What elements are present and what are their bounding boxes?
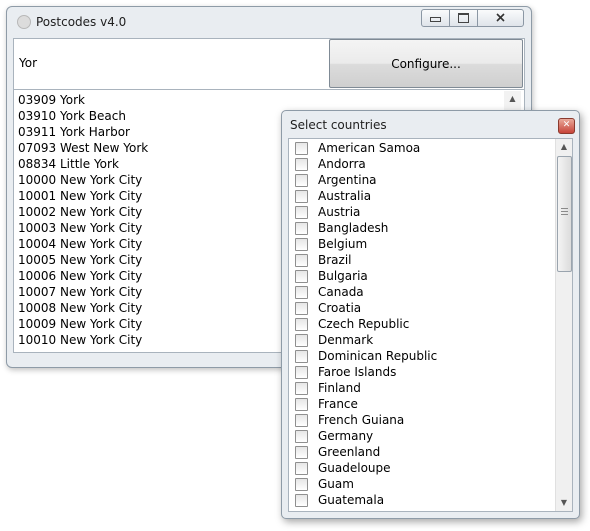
country-checkbox[interactable] xyxy=(295,494,308,507)
country-item[interactable]: Greenland xyxy=(293,444,548,460)
dialog-close-button[interactable]: ✕ xyxy=(558,118,575,134)
country-checkbox[interactable] xyxy=(295,318,308,331)
grip-line xyxy=(561,214,568,215)
app-icon xyxy=(17,15,31,29)
maximize-icon xyxy=(458,13,469,23)
country-checkbox[interactable] xyxy=(295,382,308,395)
country-item[interactable]: Guadeloupe xyxy=(293,460,548,476)
country-label: Canada xyxy=(318,285,364,299)
country-checkbox[interactable] xyxy=(295,366,308,379)
country-checkbox[interactable] xyxy=(295,302,308,315)
chevron-up-icon[interactable]: ▲ xyxy=(556,139,572,155)
window-title: Postcodes v4.0 xyxy=(36,15,127,29)
country-checkbox[interactable] xyxy=(295,462,308,475)
country-checkbox[interactable] xyxy=(295,478,308,491)
country-label: Czech Republic xyxy=(318,317,410,331)
country-item[interactable]: Croatia xyxy=(293,300,548,316)
country-checkbox[interactable] xyxy=(295,142,308,155)
country-label: Greenland xyxy=(318,445,381,459)
country-label: Croatia xyxy=(318,301,362,315)
country-item[interactable]: Germany xyxy=(293,428,548,444)
country-item[interactable]: Faroe Islands xyxy=(293,364,548,380)
result-item[interactable]: 03909 York xyxy=(18,92,498,108)
country-item[interactable]: Finland xyxy=(293,380,548,396)
configure-button[interactable]: Configure... xyxy=(329,39,523,88)
country-item[interactable]: Bulgaria xyxy=(293,268,548,284)
grip-line xyxy=(561,208,568,209)
country-item[interactable]: French Guiana xyxy=(293,412,548,428)
country-item[interactable]: Czech Republic xyxy=(293,316,548,332)
country-item[interactable]: Guatemala xyxy=(293,492,548,508)
country-label: France xyxy=(318,397,358,411)
country-checkbox[interactable] xyxy=(295,158,308,171)
minimize-icon xyxy=(430,17,441,22)
country-panel: American Samoa Andorra Argentina Australia A… xyxy=(288,138,573,512)
country-label: Denmark xyxy=(318,333,374,347)
country-checkbox[interactable] xyxy=(295,206,308,219)
country-label: Belgium xyxy=(318,237,368,251)
country-label: French Guiana xyxy=(318,413,405,427)
close-button[interactable] xyxy=(477,9,524,27)
country-item[interactable]: Brazil xyxy=(293,252,548,268)
close-icon xyxy=(496,13,505,22)
country-label: Germany xyxy=(318,429,374,443)
country-list[interactable]: American Samoa Andorra Argentina Australia A… xyxy=(293,140,548,508)
country-label: Finland xyxy=(318,381,361,395)
country-checkbox[interactable] xyxy=(295,398,308,411)
country-item[interactable]: Canada xyxy=(293,284,548,300)
country-item[interactable]: Australia xyxy=(293,188,548,204)
country-item[interactable]: Andorra xyxy=(293,156,548,172)
country-scrollbar[interactable]: ▲ ▼ xyxy=(555,139,572,511)
country-label: Guam xyxy=(318,477,354,491)
country-item[interactable]: Guam xyxy=(293,476,548,492)
country-checkbox[interactable] xyxy=(295,254,308,267)
country-label: American Samoa xyxy=(318,141,421,155)
dialog-title: Select countries xyxy=(290,118,387,132)
maximize-button[interactable] xyxy=(449,9,478,27)
country-label: Faroe Islands xyxy=(318,365,397,379)
country-label: Bulgaria xyxy=(318,269,368,283)
country-label: Bangladesh xyxy=(318,221,389,235)
country-checkbox[interactable] xyxy=(295,414,308,427)
country-label: Guatemala xyxy=(318,493,385,507)
country-checkbox[interactable] xyxy=(295,286,308,299)
country-label: Argentina xyxy=(318,173,377,187)
title-bar[interactable]: Postcodes v4.0 xyxy=(7,7,531,37)
scrollbar-thumb[interactable] xyxy=(557,156,572,272)
country-label: Dominican Republic xyxy=(318,349,438,363)
country-checkbox[interactable] xyxy=(295,430,308,443)
country-item[interactable]: France xyxy=(293,396,548,412)
select-countries-dialog: Select countries ✕ American Samoa Andorra… xyxy=(281,110,580,519)
country-item[interactable]: Bangladesh xyxy=(293,220,548,236)
search-input[interactable] xyxy=(15,40,329,86)
country-checkbox[interactable] xyxy=(295,350,308,363)
country-item[interactable]: Belgium xyxy=(293,236,548,252)
country-label: Austria xyxy=(318,205,361,219)
country-label: Australia xyxy=(318,189,372,203)
chevron-up-icon[interactable]: ▲ xyxy=(504,91,521,107)
close-icon: ✕ xyxy=(562,120,571,130)
chevron-down-icon[interactable]: ▼ xyxy=(556,495,572,511)
country-label: Andorra xyxy=(318,157,366,171)
country-checkbox[interactable] xyxy=(295,174,308,187)
country-checkbox[interactable] xyxy=(295,334,308,347)
country-checkbox[interactable] xyxy=(295,446,308,459)
grip-line xyxy=(561,211,568,212)
country-item[interactable]: Denmark xyxy=(293,332,548,348)
country-item[interactable]: Dominican Republic xyxy=(293,348,548,364)
country-label: Guadeloupe xyxy=(318,461,391,475)
divider xyxy=(14,89,524,90)
country-item[interactable]: Argentina xyxy=(293,172,548,188)
country-checkbox[interactable] xyxy=(295,190,308,203)
country-checkbox[interactable] xyxy=(295,270,308,283)
country-checkbox[interactable] xyxy=(295,238,308,251)
country-item[interactable]: American Samoa xyxy=(293,140,548,156)
country-checkbox[interactable] xyxy=(295,222,308,235)
minimize-button[interactable] xyxy=(421,9,450,27)
country-item[interactable]: Austria xyxy=(293,204,548,220)
country-label: Brazil xyxy=(318,253,352,267)
